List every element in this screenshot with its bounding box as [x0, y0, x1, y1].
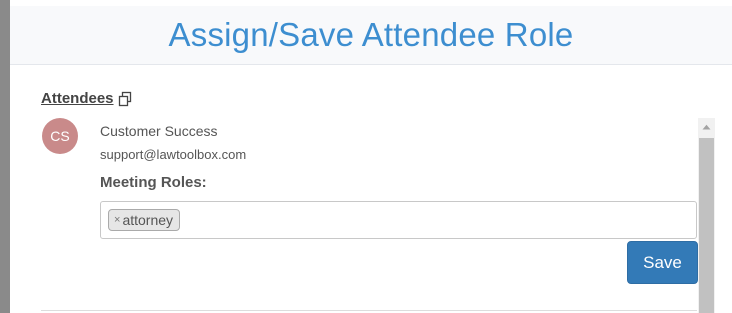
attendee-name: Customer Success: [100, 123, 218, 139]
save-button[interactable]: Save: [627, 241, 698, 284]
modal-header: Assign/Save Attendee Role: [10, 6, 732, 65]
role-tag: × attorney: [108, 209, 181, 231]
avatar: CS: [42, 118, 78, 154]
meeting-roles-input[interactable]: × attorney: [100, 201, 697, 239]
role-tag-label: attorney: [122, 212, 174, 228]
scrollbar-thumb[interactable]: [699, 138, 714, 313]
meeting-roles-label: Meeting Roles:: [100, 174, 207, 191]
vertical-scrollbar[interactable]: [698, 118, 715, 313]
scroll-up-arrow-icon[interactable]: [698, 118, 715, 136]
section-divider: [41, 310, 697, 311]
assign-role-modal: Assign/Save Attendee Role Attendees CS C…: [10, 0, 732, 313]
remove-tag-icon[interactable]: ×: [114, 214, 120, 226]
background-page-edge: [0, 0, 10, 313]
attendees-heading: Attendees: [41, 90, 133, 107]
modal-title: Assign/Save Attendee Role: [168, 16, 574, 53]
attendee-email: support@lawtoolbox.com: [100, 147, 247, 162]
copy-icon[interactable]: [118, 91, 133, 107]
attendees-label: Attendees: [41, 90, 114, 107]
